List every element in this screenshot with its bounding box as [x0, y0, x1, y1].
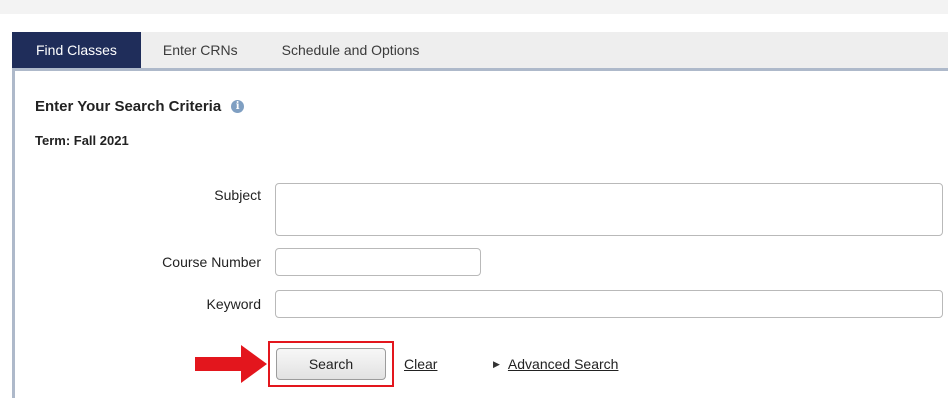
keyword-label: Keyword	[206, 296, 261, 312]
course-number-label: Course Number	[162, 254, 261, 270]
subject-input[interactable]	[275, 183, 943, 236]
course-number-input[interactable]	[275, 248, 481, 276]
tab-bar: Find Classes Enter CRNs Schedule and Opt…	[12, 32, 948, 68]
red-arrow-icon	[195, 345, 267, 383]
advanced-search-link[interactable]: ▶ Advanced Search	[493, 356, 618, 372]
tab-enter-crns[interactable]: Enter CRNs	[141, 32, 260, 68]
tab-find-classes[interactable]: Find Classes	[12, 32, 141, 68]
term-label: Term: Fall 2021	[35, 133, 129, 148]
subject-label: Subject	[214, 187, 261, 203]
search-button[interactable]: Search	[276, 348, 386, 380]
clear-link[interactable]: Clear	[404, 356, 437, 372]
keyword-input[interactable]	[275, 290, 943, 318]
search-criteria-panel: Enter Your Search Criteria i Term: Fall …	[12, 68, 948, 398]
top-strip	[0, 0, 948, 14]
panel-title-text: Enter Your Search Criteria	[35, 98, 222, 115]
advanced-search-label: Advanced Search	[507, 356, 619, 372]
info-icon[interactable]: i	[231, 100, 245, 113]
panel-title: Enter Your Search Criteria i	[35, 98, 245, 115]
caret-right-icon: ▶	[493, 358, 500, 369]
tab-schedule-and-options[interactable]: Schedule and Options	[260, 32, 442, 68]
